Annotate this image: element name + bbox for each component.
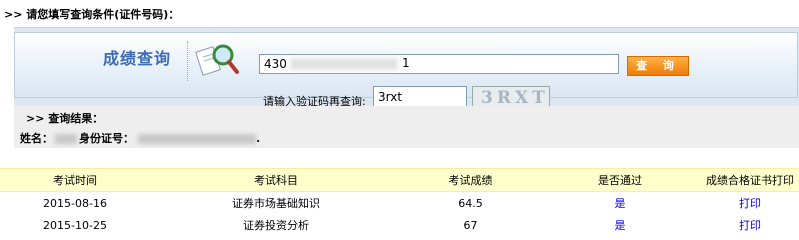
col-header-score: 考试成绩 <box>402 168 539 192</box>
query-panel: 成绩查询 1 查 询 请输入验证码再查询: 3RXT <box>14 27 799 109</box>
query-button[interactable]: 查 询 <box>627 56 689 76</box>
cell-passed: 是 <box>539 214 701 236</box>
id-number-tail: 1 <box>402 56 410 70</box>
passed-link[interactable]: 是 <box>615 197 626 210</box>
col-header-subject: 考试科目 <box>150 168 402 192</box>
query-panel-inner: 成绩查询 1 查 询 请输入验证码再查询: 3RXT <box>14 32 798 109</box>
table-row: 2015-10-25 证券投资分析 67 是 打印 <box>0 214 799 236</box>
cell-subject: 证券投资分析 <box>243 219 309 232</box>
cell-passed: 是 <box>539 192 701 215</box>
title-divider <box>187 41 189 81</box>
cell-date: 2015-10-25 <box>43 218 107 232</box>
cell-subject: 证券市场基础知识 <box>232 197 320 210</box>
cell-date: 2015-08-16 <box>43 196 107 210</box>
magnifier-search-icon <box>195 44 239 76</box>
col-header-print: 成绩合格证书打印 <box>701 168 799 192</box>
result-heading: >> 查询结果： <box>26 112 104 125</box>
result-info: 姓名： 身份证号：. <box>20 130 260 146</box>
table-row: 2015-08-16 证券市场基础知识 64.5 是 打印 <box>0 192 799 215</box>
score-table: 考试时间 考试科目 考试成绩 是否通过 成绩合格证书打印 2015-08-16 … <box>0 168 799 236</box>
captcha-image-text: 3RXT <box>481 88 549 108</box>
cell-score: 64.5 <box>458 196 483 210</box>
print-link[interactable]: 打印 <box>739 197 761 210</box>
id-tail: . <box>256 132 261 145</box>
id-number-redaction <box>290 58 398 70</box>
cell-print: 打印 <box>701 214 799 236</box>
panel-title: 成绩查询 <box>103 49 172 68</box>
cell-score: 67 <box>463 218 478 232</box>
id-label: 身份证号： <box>79 132 134 145</box>
passed-link[interactable]: 是 <box>615 219 626 232</box>
col-header-date: 考试时间 <box>0 168 150 192</box>
prompt-bar: >> 请您填写查询条件(证件号码)： <box>0 0 799 24</box>
table-header-row: 考试时间 考试科目 考试成绩 是否通过 成绩合格证书打印 <box>0 168 799 192</box>
captcha-input[interactable] <box>373 86 467 108</box>
print-link[interactable]: 打印 <box>739 219 761 232</box>
prompt-text: >> 请您填写查询条件(证件号码)： <box>4 8 180 21</box>
col-header-passed: 是否通过 <box>539 168 701 192</box>
name-redaction <box>55 134 77 144</box>
id-redaction <box>138 134 256 144</box>
cell-print: 打印 <box>701 192 799 215</box>
name-label: 姓名： <box>20 132 53 145</box>
result-section: >> 查询结果： 姓名： 身份证号：. <box>14 106 799 148</box>
